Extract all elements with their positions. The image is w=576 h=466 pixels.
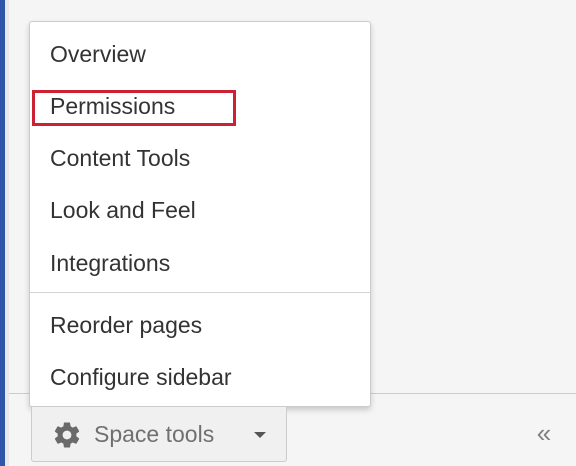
menu-item-overview[interactable]: Overview — [50, 34, 146, 74]
menu-item-configure-sidebar[interactable]: Configure sidebar — [50, 357, 232, 397]
collapse-sidebar-icon[interactable]: « — [529, 415, 559, 451]
gear-icon — [54, 422, 80, 448]
menu-separator — [30, 292, 370, 293]
caret-down-icon — [254, 432, 266, 438]
menu-item-look-and-feel[interactable]: Look and Feel — [50, 190, 196, 230]
space-tools-label: Space tools — [94, 421, 215, 447]
menu-item-content-tools[interactable]: Content Tools — [50, 138, 190, 178]
menu-item-integrations[interactable]: Integrations — [50, 243, 170, 283]
permissions-highlight-box — [32, 90, 236, 126]
space-tools-button[interactable]: Space tools — [31, 407, 287, 462]
menu-item-reorder-pages[interactable]: Reorder pages — [50, 305, 202, 345]
space-tools-dropdown-menu: Overview Permissions Content Tools Look … — [29, 21, 371, 407]
